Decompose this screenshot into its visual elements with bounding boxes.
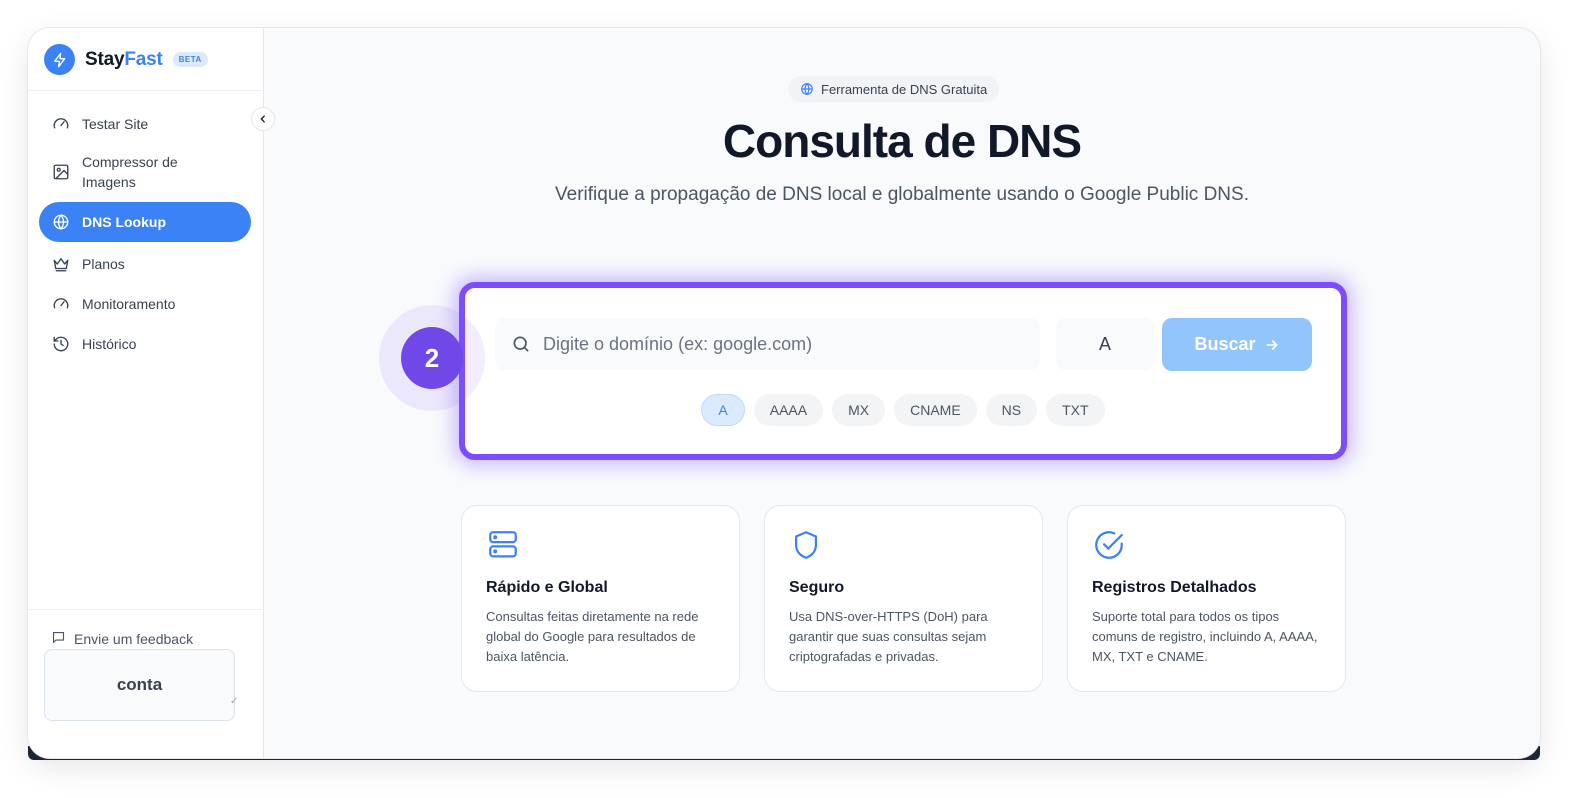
record-type-chips: A AAAA MX CNAME NS TXT xyxy=(465,394,1341,426)
chip-cname[interactable]: CNAME xyxy=(894,394,977,426)
history-icon xyxy=(52,335,70,353)
brand-name: StayFast xyxy=(85,48,163,70)
feedback-label: Envie um feedback xyxy=(74,631,194,647)
feature-card: Registros Detalhados Suporte total para … xyxy=(1067,505,1346,692)
sidebar-item-label: Histórico xyxy=(82,336,137,352)
sidebar: StayFast BETA Testar Site Compressor de … xyxy=(28,28,264,758)
image-icon xyxy=(52,163,70,181)
search-icon xyxy=(513,336,529,352)
message-icon xyxy=(51,630,66,648)
feature-text: Suporte total para todos os tipos comuns… xyxy=(1092,609,1318,664)
sidebar-item-compressor[interactable]: Compressor de Imagens xyxy=(39,146,251,198)
main-content: Ferramenta de DNS Gratuita Consulta de D… xyxy=(264,28,1540,758)
brand[interactable]: StayFast BETA xyxy=(44,44,208,75)
beta-badge: BETA xyxy=(172,52,208,67)
feature-title: Seguro xyxy=(789,579,845,596)
sidebar-item-label: Planos xyxy=(82,256,125,272)
search-card: A Buscar A AAAA MX CNAME NS TXT xyxy=(459,282,1347,460)
sidebar-item-label: DNS Lookup xyxy=(82,214,166,230)
divider xyxy=(28,609,264,610)
search-button-label: Buscar xyxy=(1194,334,1256,354)
server-icon xyxy=(489,531,517,558)
chevron-down-icon: ✓ xyxy=(230,696,239,707)
feature-text: Consultas feitas diretamente na rede glo… xyxy=(486,609,699,664)
sidebar-item-label: Compressor de Imagens xyxy=(82,154,178,190)
lightning-icon xyxy=(44,44,75,75)
feature-title: Registros Detalhados xyxy=(1092,579,1257,596)
chip-txt[interactable]: TXT xyxy=(1046,394,1105,426)
search-field[interactable] xyxy=(495,318,1040,370)
sidebar-nav: Testar Site Compressor de Imagens DNS Lo… xyxy=(39,106,251,366)
account-button[interactable]: conta xyxy=(44,649,235,721)
record-type-select[interactable]: A xyxy=(1056,318,1154,370)
page-subtitle: Verifique a propagação de DNS local e gl… xyxy=(555,184,1249,205)
gauge-icon xyxy=(52,115,70,133)
chip-ns[interactable]: NS xyxy=(985,394,1038,426)
check-circle-icon xyxy=(1095,531,1123,559)
sidebar-item-monitoramento[interactable]: Monitoramento xyxy=(39,286,251,322)
search-button[interactable]: Buscar xyxy=(1162,318,1312,371)
sidebar-item-planos[interactable]: Planos xyxy=(39,246,251,282)
tool-badge-label: Ferramenta de DNS Gratuita xyxy=(821,81,988,97)
globe-icon xyxy=(52,213,70,231)
sidebar-item-label: Testar Site xyxy=(82,116,149,132)
app-window: StayFast BETA Testar Site Compressor de … xyxy=(28,28,1540,758)
chip-aaaa[interactable]: AAAA xyxy=(753,394,824,426)
page-title: Consulta de DNS xyxy=(722,115,1082,167)
feature-title: Rápido e Global xyxy=(486,579,608,596)
sidebar-item-historico[interactable]: Histórico xyxy=(39,326,251,362)
crown-icon xyxy=(52,255,70,273)
shield-icon xyxy=(794,531,818,559)
chip-a[interactable]: A xyxy=(701,394,745,426)
domain-search-input[interactable] xyxy=(543,333,1023,355)
globe-icon xyxy=(801,82,813,96)
feedback-link[interactable]: Envie um feedback xyxy=(51,630,193,648)
arrow-right-icon xyxy=(1266,339,1278,350)
chip-mx[interactable]: MX xyxy=(832,394,886,426)
feature-cards: Rápido e Global Consultas feitas diretam… xyxy=(461,505,1346,692)
feature-card: Rápido e Global Consultas feitas diretam… xyxy=(461,505,740,692)
feature-card: Seguro Usa DNS-over-HTTPS (DoH) para gar… xyxy=(764,505,1043,692)
feature-text: Usa DNS-over-HTTPS (DoH) para garantir q… xyxy=(789,609,988,664)
chevron-left-icon xyxy=(260,115,265,123)
sidebar-item-dns-lookup[interactable]: DNS Lookup xyxy=(39,202,251,242)
step-number-badge: 2 xyxy=(401,327,463,389)
divider xyxy=(28,90,264,91)
sidebar-item-testar-site[interactable]: Testar Site xyxy=(39,106,251,142)
tool-badge: Ferramenta de DNS Gratuita xyxy=(788,76,1000,102)
collapse-sidebar-button[interactable] xyxy=(251,107,275,131)
sidebar-item-label: Monitoramento xyxy=(82,296,176,312)
gauge-icon xyxy=(52,295,70,313)
